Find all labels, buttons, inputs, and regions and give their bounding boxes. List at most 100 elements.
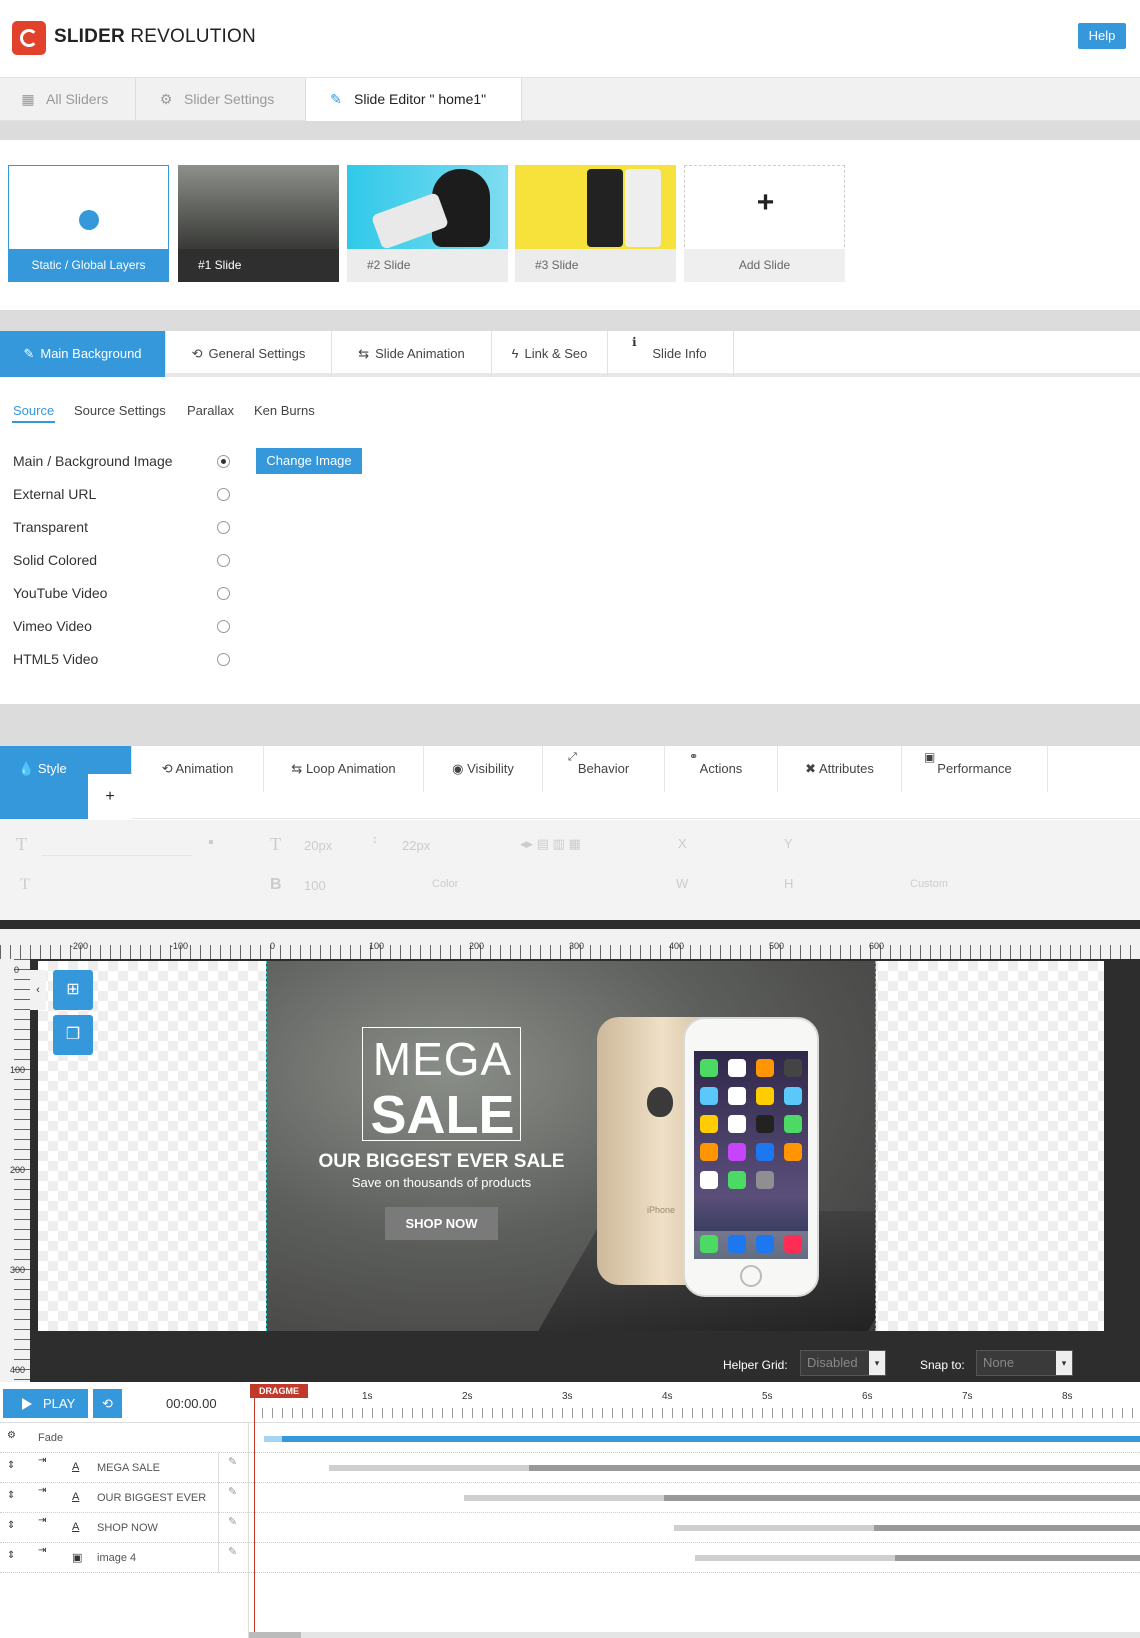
- source-radio-youtube[interactable]: [217, 587, 230, 600]
- tab-slider-settings[interactable]: ⚙ Slider Settings: [136, 78, 306, 121]
- tab-general-settings[interactable]: ⟲ General Settings: [166, 331, 332, 377]
- add-style-button[interactable]: +: [88, 774, 132, 819]
- source-radio-solid[interactable]: [217, 554, 230, 567]
- font-weight-select[interactable]: 100: [304, 878, 326, 893]
- phone-image: [625, 169, 661, 247]
- history-icon: ⟲: [191, 346, 203, 361]
- playhead-handle[interactable]: DRAGME: [250, 1384, 308, 1398]
- timeline-scrollbar-thumb[interactable]: [249, 1632, 301, 1638]
- layer-bar[interactable]: [895, 1555, 1140, 1561]
- tab-performance[interactable]: ▣ Performance: [902, 746, 1048, 792]
- change-image-button[interactable]: Change Image: [256, 448, 362, 474]
- pencil-icon[interactable]: ✎: [228, 1485, 237, 1498]
- phone-front-image[interactable]: [683, 1017, 819, 1297]
- add-layer-button[interactable]: ⊞: [53, 970, 93, 1010]
- align-icons[interactable]: ◂▸ ▤ ▥ ▦: [520, 836, 581, 852]
- tab-attributes[interactable]: ✖ Attributes: [778, 746, 902, 792]
- slide-3[interactable]: #3 Slide: [515, 165, 676, 282]
- gear-icon[interactable]: ⚙: [7, 1430, 16, 1441]
- layer-bar[interactable]: [874, 1525, 1140, 1531]
- font-size-input[interactable]: 20px: [304, 838, 332, 853]
- layer-bar-in[interactable]: [674, 1525, 874, 1531]
- ruler-label: 100: [10, 1065, 26, 1075]
- tab-behavior[interactable]: ⤢ Behavior: [543, 746, 665, 792]
- slide-static-layers[interactable]: Static / Global Layers: [8, 165, 169, 282]
- row-separator: [218, 1453, 219, 1483]
- pencil-icon[interactable]: ✎: [228, 1515, 237, 1528]
- source-radio-transparent[interactable]: [217, 521, 230, 534]
- slide-1[interactable]: #1 Slide: [178, 165, 339, 282]
- layer-bar-in[interactable]: [695, 1555, 895, 1561]
- playhead-line[interactable]: [254, 1398, 255, 1638]
- layer-bar[interactable]: [664, 1495, 1140, 1501]
- source-radio-html5[interactable]: [217, 653, 230, 666]
- tab-slide-info[interactable]: ℹ Slide Info: [608, 331, 734, 377]
- layer-bar-in[interactable]: [464, 1495, 664, 1501]
- color-input[interactable]: Color: [432, 878, 458, 890]
- bold-icon: B: [270, 876, 282, 893]
- line-height-input[interactable]: 22px: [402, 838, 430, 853]
- mega-sale-layer[interactable]: MEGA SALE: [362, 1027, 521, 1145]
- sort-icon[interactable]: ⇕: [7, 1490, 15, 1501]
- font-family-select[interactable]: [42, 834, 192, 856]
- slide-bar[interactable]: [282, 1436, 1140, 1442]
- sale-graphic: [527, 201, 573, 221]
- add-slide-button[interactable]: + Add Slide: [684, 165, 845, 282]
- source-radio-external-url[interactable]: [217, 488, 230, 501]
- pencil-icon[interactable]: ✎: [228, 1455, 237, 1468]
- help-button[interactable]: Help: [1078, 23, 1126, 49]
- tab-slide-editor[interactable]: ✎ Slide Editor " home1": [306, 78, 522, 122]
- source-radio-vimeo[interactable]: [217, 620, 230, 633]
- loop-icon: ⇆: [358, 346, 370, 361]
- timeline-row[interactable]: ⇕ ⇥ ▣ image 4 ✎: [0, 1543, 1140, 1573]
- save-icon[interactable]: ▪: [208, 834, 214, 852]
- shop-now-layer[interactable]: SHOP NOW: [385, 1207, 498, 1240]
- y-input[interactable]: Y: [784, 836, 793, 851]
- slide-canvas[interactable]: MEGA SALE OUR BIGGEST EVER SALE Save on …: [266, 961, 876, 1331]
- timeline-row[interactable]: ⇕ ⇥ A MEGA SALE ✎: [0, 1453, 1140, 1483]
- font-size-icon: T: [270, 834, 281, 854]
- cover-mode-select[interactable]: Custom: [910, 878, 948, 890]
- subline-layer[interactable]: Save on thousands of products: [267, 1175, 616, 1190]
- timeline-row[interactable]: ⇕ ⇥ A OUR BIGGEST EVER SALE ✎: [0, 1483, 1140, 1513]
- text-layer-icon: A: [72, 1491, 80, 1503]
- text-layer-icon: A: [72, 1521, 80, 1533]
- tab-link-seo[interactable]: ϟ Link & Seo: [492, 331, 608, 377]
- tab-visibility[interactable]: ◉ Visibility: [424, 746, 543, 792]
- grid-icon: ▦: [21, 91, 35, 107]
- subtab-source[interactable]: Source: [13, 403, 54, 418]
- source-radio-main-bg[interactable]: [217, 455, 230, 468]
- x-input[interactable]: X: [678, 836, 687, 851]
- timeline-row[interactable]: ⇕ ⇥ A SHOP NOW ✎: [0, 1513, 1140, 1543]
- timeline-scrollbar[interactable]: [249, 1632, 1140, 1638]
- tab-all-sliders[interactable]: ▦ All Sliders: [0, 78, 136, 121]
- helper-grid-select[interactable]: Disabled ▾: [800, 1350, 886, 1376]
- subtab-source-settings[interactable]: Source Settings: [74, 403, 166, 418]
- tab-animation[interactable]: ⟲ Animation: [132, 746, 264, 792]
- h-input[interactable]: H: [784, 876, 793, 891]
- layer-bar[interactable]: [529, 1465, 1140, 1471]
- sort-icon[interactable]: ⇕: [7, 1460, 15, 1471]
- collapse-panel-button[interactable]: ‹: [30, 970, 46, 1010]
- source-label: Transparent: [13, 519, 88, 535]
- duplicate-layer-button[interactable]: ❐: [53, 1015, 93, 1055]
- w-input[interactable]: W: [676, 876, 688, 891]
- tab-slide-animation[interactable]: ⇆ Slide Animation: [332, 331, 492, 377]
- subtab-parallax[interactable]: Parallax: [187, 403, 234, 418]
- rewind-button[interactable]: ⟲: [93, 1389, 122, 1418]
- sort-icon[interactable]: ⇕: [7, 1550, 15, 1561]
- slide-2[interactable]: #2 Slide: [347, 165, 508, 282]
- headline-layer[interactable]: OUR BIGGEST EVER SALE: [267, 1151, 616, 1173]
- tab-loop-animation[interactable]: ⇆ Loop Animation: [264, 746, 424, 792]
- sort-icon[interactable]: ⇕: [7, 1520, 15, 1531]
- tab-main-background[interactable]: ✎ Main Background: [0, 331, 166, 377]
- subtab-ken-burns[interactable]: Ken Burns: [254, 403, 315, 418]
- play-button[interactable]: PLAY: [3, 1389, 88, 1418]
- layer-bar-in[interactable]: [329, 1465, 529, 1471]
- tab-actions[interactable]: ⚭ Actions: [665, 746, 778, 792]
- pencil-icon[interactable]: ✎: [228, 1545, 237, 1558]
- link-icon: ⚭: [689, 751, 699, 763]
- arrow-icon: ⇥: [38, 1485, 47, 1496]
- pencil-icon: ✎: [23, 346, 35, 361]
- snap-to-select[interactable]: None ▾: [976, 1350, 1073, 1376]
